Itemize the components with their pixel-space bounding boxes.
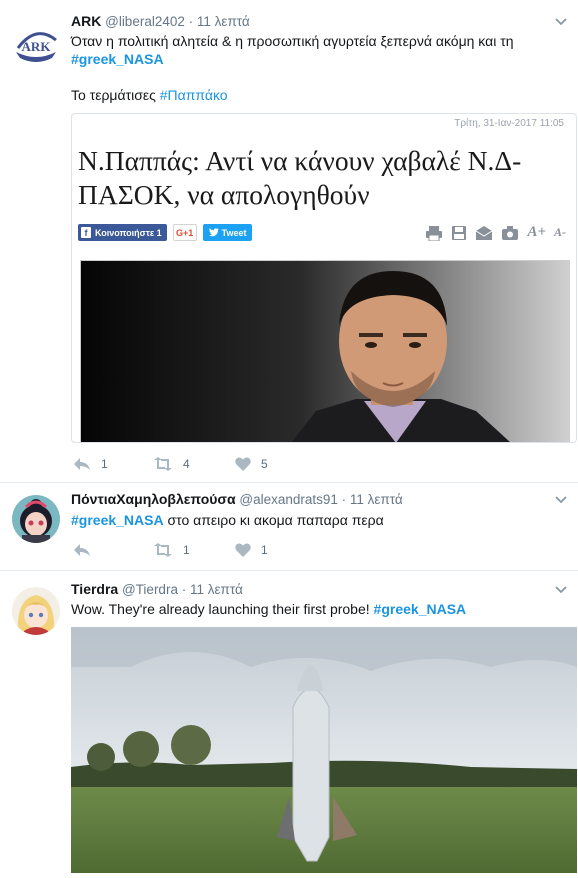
hashtag-link[interactable]: #Παππάκο [160, 87, 228, 103]
username[interactable]: @Tierdra [122, 582, 178, 597]
like-button[interactable]: 1 [235, 543, 268, 557]
save-icon[interactable] [451, 225, 467, 241]
display-name[interactable]: Tierdra [71, 581, 118, 597]
display-name[interactable]: ARK [71, 13, 101, 29]
facebook-share-button[interactable]: f Κοινοποιήστε 1 [78, 224, 167, 241]
tweet-text-line: Wow. They're already launching their fir… [71, 601, 370, 617]
font-increase-icon[interactable]: A+ [527, 224, 546, 241]
tweet-share-button[interactable]: Tweet [202, 224, 253, 241]
retweet-count: 1 [183, 543, 190, 557]
facebook-share-label: Κοινοποιήστε 1 [95, 227, 162, 238]
like-button[interactable]: 5 [235, 457, 268, 471]
chevron-down-icon[interactable] [554, 495, 568, 505]
card-title: Ν.Παππάς: Αντί να κάνουν χαβαλέ Ν.Δ-ΠΑΣΟ… [78, 145, 522, 210]
tweet-actions: 1 4 5 [73, 455, 268, 473]
card-date: Τρίτη, 31-Ιαν-2017 11:05 [454, 118, 564, 129]
tweet-text-line: Όταν η πολιτική αλητεία & η προσωπική αγ… [71, 33, 514, 49]
retweet-button[interactable]: 1 [153, 543, 235, 557]
heart-icon [235, 543, 251, 557]
reply-icon [74, 458, 90, 470]
tweet[interactable]: ΠόντιαΧαμηλοβλεπούσα @alexandrats91 · 11… [0, 483, 578, 571]
article-tools: A+ A- [425, 224, 566, 241]
article-photo [80, 260, 570, 442]
timestamp[interactable]: 11 λεπτά [350, 492, 403, 507]
retweet-count: 4 [183, 457, 190, 471]
retweet-button[interactable]: 4 [153, 457, 235, 471]
username[interactable]: @alexandrats91 [239, 492, 338, 507]
share-buttons: f Κοινοποιήστε 1 G+1 Tweet [78, 224, 253, 242]
avatar[interactable] [12, 587, 60, 635]
separator-dot: · [341, 492, 347, 507]
like-count: 5 [261, 457, 268, 471]
man-portrait-image [81, 261, 569, 442]
display-name[interactable]: ΠόντιαΧαμηλοβλεπούσα [71, 491, 236, 507]
hashtag-link[interactable]: #greek_NASA [374, 601, 467, 617]
tweet-text: Όταν η πολιτική αλητεία & η προσωπική αγ… [71, 32, 561, 104]
print-icon[interactable] [425, 225, 443, 241]
rocket-launch-photo [71, 627, 577, 873]
retweet-icon [154, 457, 172, 471]
like-count: 1 [261, 543, 268, 557]
username[interactable]: @liberal2402 [105, 14, 185, 29]
svg-text:ARK: ARK [22, 39, 52, 54]
tweet-header: ARK @liberal2402 · 11 λεπτά [71, 13, 250, 29]
tweet-text-line: Το τερμάτισες [71, 87, 156, 103]
tweet-share-label: Tweet [221, 227, 247, 238]
google-plus-button[interactable]: G+1 [172, 224, 197, 241]
tweet[interactable]: ARK ARK @liberal2402 · 11 λεπτά Όταν η π… [0, 0, 578, 483]
reply-button[interactable]: 1 [73, 457, 153, 471]
avatar[interactable]: ARK [12, 18, 60, 66]
timestamp[interactable]: 11 λεπτά [197, 14, 250, 29]
chevron-down-icon[interactable] [554, 585, 568, 595]
tweet-text: #greek_NASA στο απειρο κι ακομα παπαρα π… [71, 511, 561, 529]
hashtag-link[interactable]: #greek_NASA [71, 512, 164, 528]
tweet-media-image[interactable] [71, 627, 577, 878]
twitter-bird-icon [208, 228, 219, 237]
email-icon[interactable] [475, 225, 493, 241]
separator-dot: · [181, 582, 187, 597]
anime-blonde-avatar [12, 587, 60, 635]
avatar[interactable] [12, 495, 60, 543]
hashtag-link[interactable]: #greek_NASA [71, 51, 164, 67]
ark-logo-avatar: ARK [12, 18, 60, 66]
timestamp[interactable]: 11 λεπτά [190, 582, 243, 597]
facebook-icon: f [81, 227, 91, 238]
reply-icon [74, 544, 90, 556]
tweet-actions: 1 1 [73, 541, 268, 559]
tweet-header: ΠόντιαΧαμηλοβλεπούσα @alexandrats91 · 11… [71, 491, 403, 507]
font-decrease-icon[interactable]: A- [554, 225, 566, 240]
retweet-icon [154, 543, 172, 557]
separator-dot: · [188, 14, 194, 29]
link-card[interactable]: Τρίτη, 31-Ιαν-2017 11:05 Ν.Παππάς: Αντί … [71, 113, 577, 443]
tweet-text: Wow. They're already launching their fir… [71, 600, 561, 618]
tweet-text-line: στο απειρο κι ακομα παπαρα περα [167, 512, 384, 528]
heart-icon [235, 457, 251, 471]
tweet-header: Tierdra @Tierdra · 11 λεπτά [71, 581, 243, 597]
chevron-down-icon[interactable] [554, 17, 568, 27]
reply-count: 1 [101, 457, 108, 471]
camera-icon[interactable] [501, 225, 519, 241]
reply-button[interactable] [73, 543, 153, 557]
anime-girl-avatar [12, 495, 60, 543]
